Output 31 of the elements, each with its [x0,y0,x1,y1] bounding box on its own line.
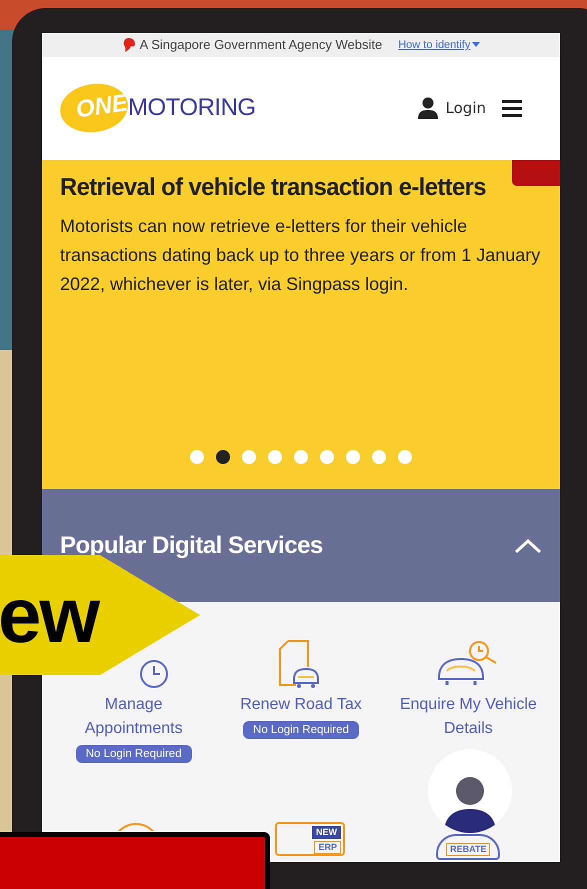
promo-banner-text: ew [0,576,98,654]
lion-head-icon [122,36,136,53]
menu-icon[interactable] [502,100,522,117]
login-button[interactable]: Login [418,97,486,120]
no-login-badge: No Login Required [243,721,359,739]
no-login-badge: No Login Required [76,745,192,763]
clock-icon[interactable] [138,659,169,689]
car-rebate-icon[interactable]: REBATE [436,834,500,860]
caret-icon [472,42,480,48]
slide-description: Motorists can now retrieve e-letters for their vehicle transactions dating back up to three years or from 1 January 2022, whichever is later, via Singpass login. [60,214,542,296]
carousel-dot[interactable] [346,450,360,464]
carousel-dot[interactable] [268,450,282,464]
carousel-dot[interactable] [242,450,256,464]
erp-gantry-icon[interactable]: NEW ERP [274,822,345,856]
carousel-dot[interactable] [320,450,334,464]
how-to-identify-link[interactable]: How to identify [398,38,480,51]
onemotoring-logo[interactable]: ONE MOTORING [60,84,256,132]
previous-slide-button[interactable] [512,160,560,186]
carousel-dot[interactable] [190,450,204,464]
service-link[interactable]: Manage Appointments [58,693,209,741]
slide-title: Retrieval of vehicle transaction e-letters [60,174,487,202]
carousel-dot[interactable] [372,450,386,464]
service-link[interactable]: Enquire My Vehicle Details [393,693,544,741]
section-title: Popular Digital Services [60,532,323,560]
gov-banner-text: A Singapore Government Agency Website [140,37,382,52]
carousel-dot[interactable] [398,450,412,464]
user-icon [418,97,438,120]
chevron-up-icon[interactable] [514,538,542,554]
service-link[interactable]: Renew Road Tax [240,693,362,717]
carousel-dot[interactable] [216,450,230,464]
carousel-dot[interactable] [294,450,308,464]
